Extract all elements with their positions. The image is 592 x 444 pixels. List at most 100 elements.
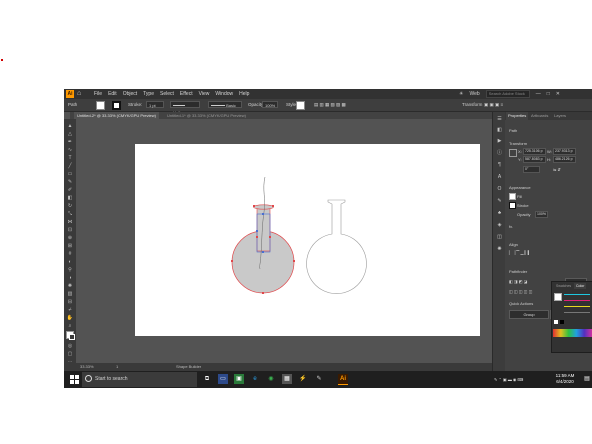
none-swatch[interactable]	[554, 320, 558, 324]
direct-selection-tool-icon[interactable]: △	[66, 131, 74, 137]
illustrator-taskbar-icon[interactable]: Ai	[338, 374, 348, 385]
draw-mode-icon[interactable]: ◎	[66, 343, 74, 349]
rotate-tool-icon[interactable]: ↻	[66, 203, 74, 209]
zoom-level[interactable]: 33.33%	[80, 363, 94, 371]
selection-tool-icon[interactable]: ▲	[66, 123, 74, 129]
curvature-tool-icon[interactable]: ∿	[66, 147, 74, 153]
close-icon[interactable]: ✕	[556, 91, 560, 97]
stroke-color-swatch[interactable]	[69, 334, 75, 340]
minimize-icon[interactable]: —	[536, 91, 541, 97]
tab-artboards[interactable]: Artboards	[529, 112, 550, 120]
edit-toolbar-icon[interactable]: ⋯	[66, 359, 74, 365]
sticky-bolt-icon[interactable]: ⚡	[298, 374, 308, 384]
blend-tool-icon[interactable]: ◑	[66, 275, 74, 281]
tab-untitled-1[interactable]: Untitled-1* @ 33.33% (CMYK/GPU Preview)	[164, 112, 249, 119]
flip-icons[interactable]: ⇋ ⇵	[553, 167, 561, 172]
home-icon[interactable]: ⌂	[77, 90, 85, 98]
graphic-style-swatch[interactable]	[296, 101, 305, 110]
transform-link[interactable]: Transform	[462, 101, 482, 108]
black-slider[interactable]	[564, 312, 590, 313]
selected-flask[interactable]	[231, 176, 295, 294]
artboard-tool-icon[interactable]: ⊟	[66, 299, 74, 305]
fx-button[interactable]: fx.	[509, 224, 513, 229]
artboard[interactable]	[135, 144, 480, 336]
file-explorer-icon[interactable]: ▭	[218, 374, 228, 384]
reference-point-icon[interactable]	[509, 149, 517, 157]
pathfinder-buttons[interactable]: ◫ ◫ ◫ ◫ ◫	[509, 289, 532, 294]
symbol-sprayer-tool-icon[interactable]: ✺	[66, 283, 74, 289]
flask-outline-right[interactable]	[306, 199, 367, 294]
chrome-icon[interactable]: ◉	[266, 374, 276, 384]
slice-tool-icon[interactable]: ⌿	[66, 307, 74, 313]
lightbulb-icon[interactable]: ☀	[459, 91, 463, 97]
paragraph-icon[interactable]: ¶	[496, 162, 503, 169]
appearance-stroke-swatch[interactable]	[509, 202, 516, 209]
perspective-grid-tool-icon[interactable]: ⊞	[66, 243, 74, 249]
layers-icon[interactable]: ◫	[496, 234, 503, 241]
tab-color[interactable]: Color	[574, 283, 587, 289]
align-icons[interactable]: ▤ ▥ ▦ ▧ ▨ ▩	[314, 101, 346, 108]
type-tool-icon[interactable]: T	[66, 155, 74, 161]
line-tool-icon[interactable]: ╱	[66, 163, 74, 169]
zoom-tool-icon[interactable]: ⌕	[66, 323, 74, 329]
eyedropper-tool-icon[interactable]: ⚲	[66, 267, 74, 273]
cyan-slider[interactable]	[564, 294, 590, 295]
edge-icon[interactable]: e	[250, 374, 260, 384]
shape-mode-buttons[interactable]: ◧ ◨ ◩ ◪	[509, 279, 527, 284]
properties-panel-icon[interactable]: ☰	[496, 116, 503, 123]
notifications-icon[interactable]: ▤	[582, 374, 592, 384]
gradient-tool-icon[interactable]: ◐	[66, 259, 74, 265]
tab-swatches[interactable]: Swatches	[554, 283, 573, 289]
magenta-slider[interactable]	[564, 300, 590, 301]
color-spectrum[interactable]	[553, 329, 592, 337]
stock-search-input[interactable]: Search Adobe Stock	[485, 90, 530, 98]
brush-definition[interactable]: Basic	[208, 101, 242, 108]
black-swatch[interactable]	[560, 320, 564, 324]
menu-edit[interactable]: Edit	[108, 89, 117, 99]
menu-effect[interactable]: Effect	[180, 89, 193, 99]
menu-type[interactable]: Type	[143, 89, 154, 99]
info-icon[interactable]: ⓘ	[496, 150, 503, 157]
store-icon[interactable]: ▣	[234, 374, 244, 384]
tab-properties[interactable]: Properties	[506, 112, 529, 120]
glyphs-icon[interactable]: A	[496, 174, 503, 181]
outline-flask[interactable]	[306, 199, 367, 294]
tab-layers[interactable]: Layers	[552, 112, 568, 120]
pen-tool-icon[interactable]: ✒	[66, 139, 74, 145]
libraries-icon[interactable]: ◧	[496, 127, 503, 134]
graphic-styles-icon[interactable]: ◈	[496, 222, 503, 229]
group-button[interactable]: Group	[509, 310, 549, 319]
align-buttons[interactable]: ▏▕ ▔ ▁ ▎▍	[509, 250, 531, 255]
yellow-slider[interactable]	[564, 306, 590, 307]
shape-builder-tool-icon[interactable]: ⊕	[66, 235, 74, 241]
paintbrush-tool-icon[interactable]: ✎	[66, 179, 74, 185]
x-field[interactable]: 725.3106 p	[523, 148, 546, 155]
rotate-field[interactable]: 0°	[523, 166, 540, 173]
free-transform-tool-icon[interactable]: ⊡	[66, 227, 74, 233]
shaper-tool-icon[interactable]: ✐	[66, 187, 74, 193]
color-guide-icon[interactable]: ✺	[496, 246, 503, 253]
brushes-icon[interactable]: ✎	[496, 198, 503, 205]
opacity-field[interactable]: 100%	[535, 211, 548, 218]
eraser-tool-icon[interactable]: ◧	[66, 195, 74, 201]
variable-width-profile[interactable]: Uniform	[170, 101, 200, 115]
menu-object[interactable]: Object	[123, 89, 137, 99]
opacity-field[interactable]: 100%	[262, 101, 278, 108]
scale-tool-icon[interactable]: ⤡	[66, 211, 74, 217]
calculator-icon[interactable]: ▦	[282, 374, 292, 384]
screen-mode-icon[interactable]: ▢	[66, 351, 74, 357]
appearance-fill-swatch[interactable]	[509, 193, 516, 200]
menu-file[interactable]: File	[94, 89, 102, 99]
fill-swatch[interactable]	[96, 101, 105, 110]
artboard-number[interactable]: 1	[116, 363, 118, 371]
symbols-icon[interactable]: ♣	[496, 210, 503, 217]
task-view-icon[interactable]: ⧉	[202, 374, 212, 384]
menu-help[interactable]: Help	[239, 89, 249, 99]
maximize-icon[interactable]: □	[547, 91, 550, 97]
system-tray-icons[interactable]: ✎ ⌃ ▣ ▬ ◉ ⌨	[494, 371, 523, 388]
flask-rim-left[interactable]	[253, 204, 274, 210]
color-fill-swatch[interactable]	[554, 293, 562, 301]
menu-select[interactable]: Select	[160, 89, 174, 99]
y-field[interactable]: 587.8083 p	[523, 156, 546, 163]
pen-app-icon[interactable]: ✎	[314, 374, 324, 384]
